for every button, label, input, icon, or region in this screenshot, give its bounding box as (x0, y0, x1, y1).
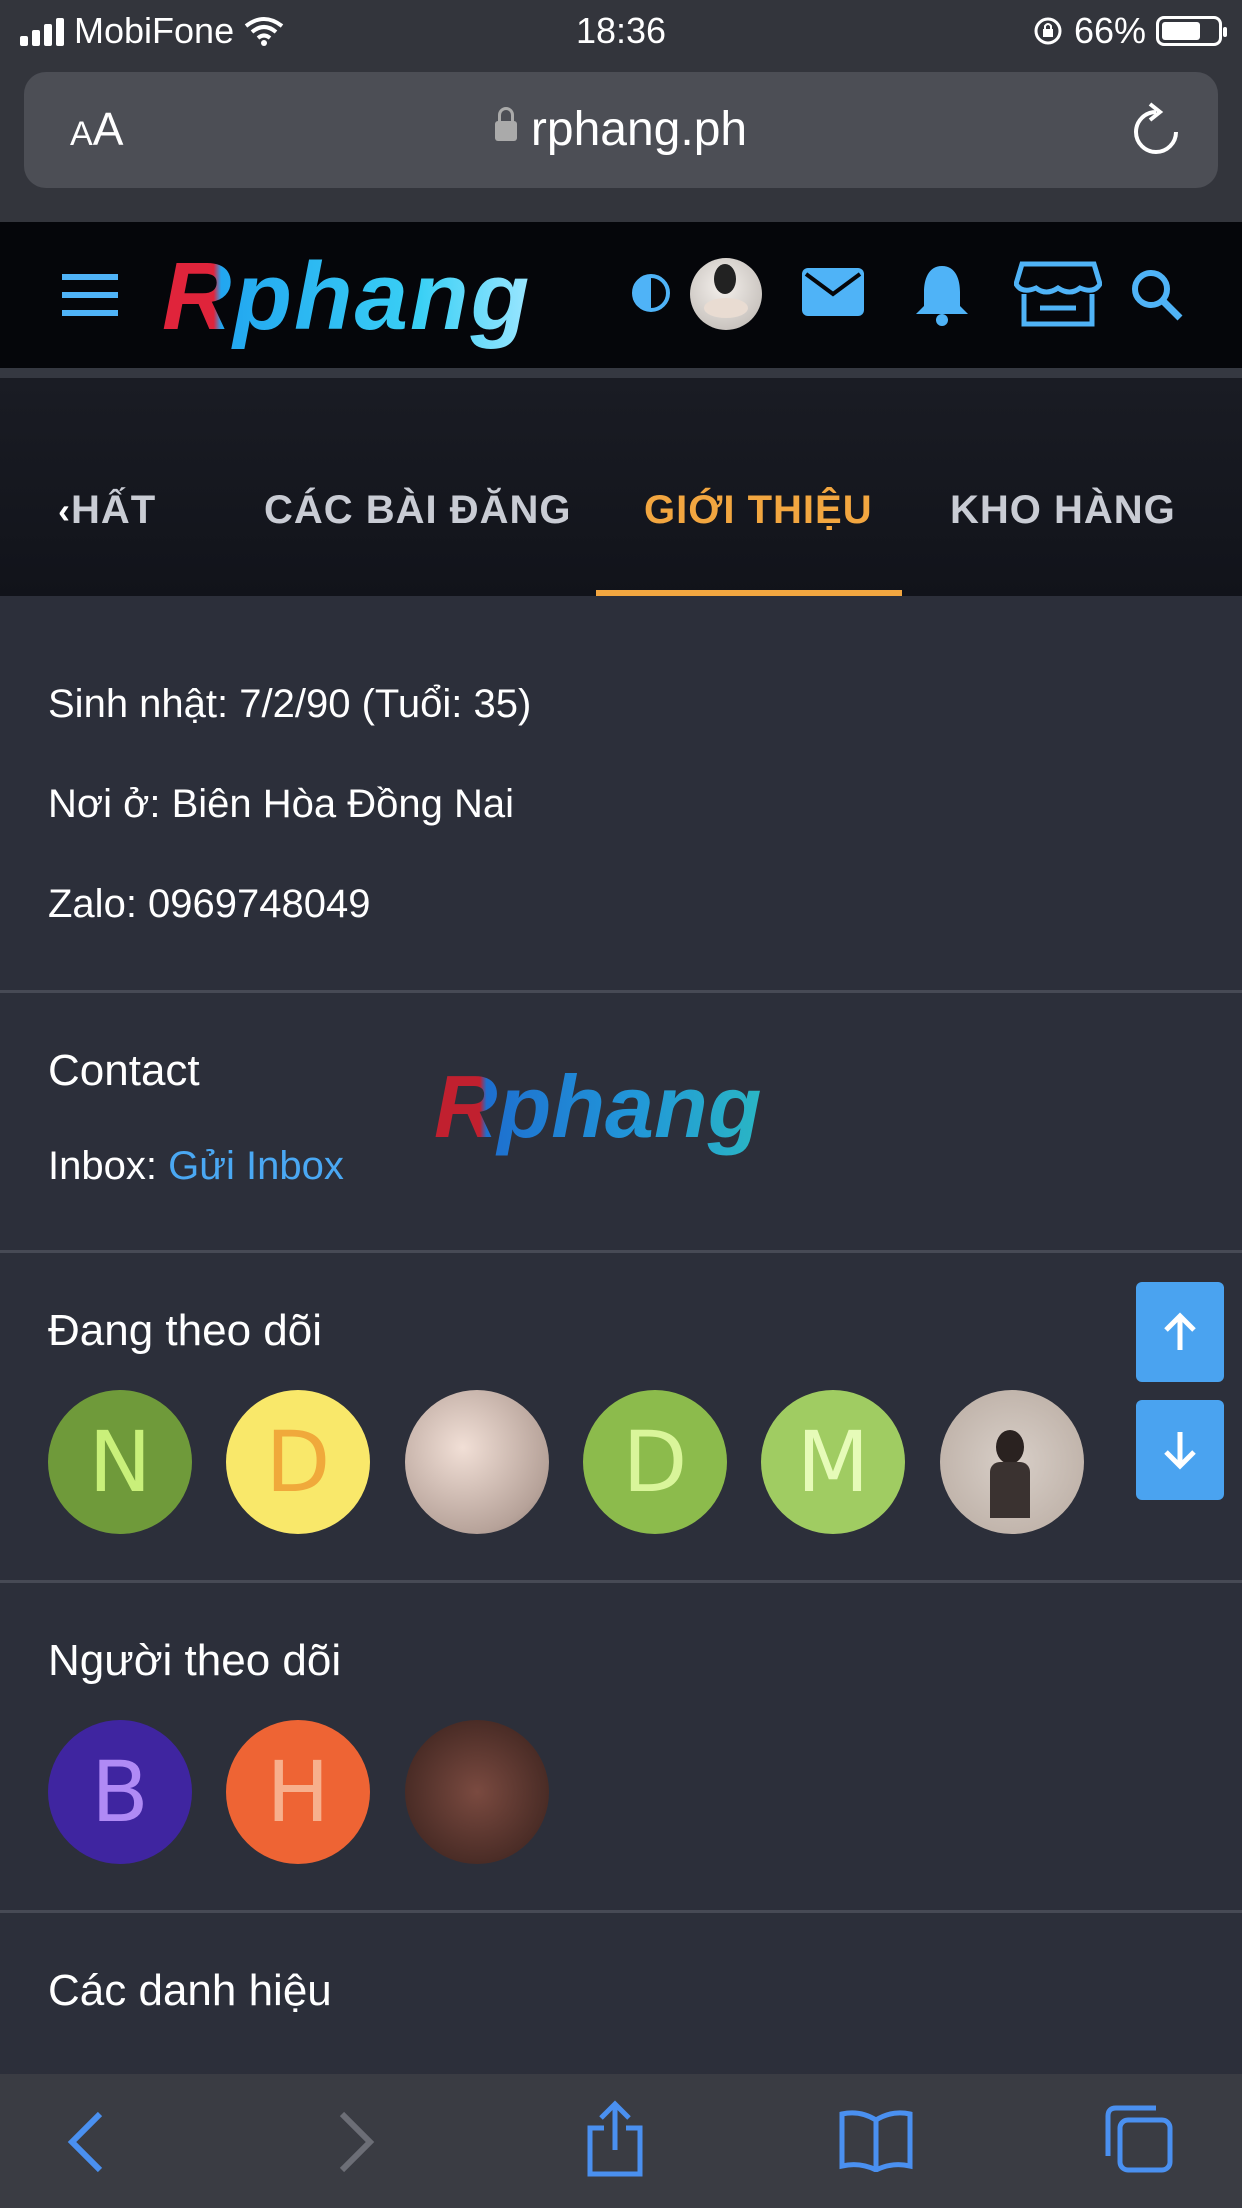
notification-bell-icon[interactable] (914, 262, 970, 326)
follower-avatar[interactable]: B (48, 1720, 192, 1864)
battery-icon (1156, 16, 1227, 46)
profile-tabs: ‹HẤT CÁC BÀI ĐĂNG GIỚI THIỆU KHO HÀNG (0, 378, 1242, 596)
search-icon[interactable] (1130, 268, 1184, 322)
section-divider (0, 990, 1242, 993)
tab-posts[interactable]: CÁC BÀI ĐĂNG (264, 488, 572, 533)
scroll-down-button[interactable] (1136, 1400, 1224, 1500)
tabs-icon[interactable] (1104, 2104, 1174, 2174)
site-header: Rphang (0, 222, 1242, 368)
bookmarks-icon[interactable] (838, 2108, 914, 2172)
store-icon[interactable] (1014, 260, 1102, 328)
section-divider (0, 1910, 1242, 1913)
header-shadow (0, 368, 1242, 378)
location-text: Nơi ở: Biên Hòa Đồng Nai (48, 782, 514, 826)
browser-toolbar (0, 2074, 1242, 2208)
back-icon[interactable] (64, 2108, 108, 2176)
follower-avatar[interactable]: H (226, 1720, 370, 1864)
watermark-logo: Rphang (434, 1057, 762, 1156)
tab-about[interactable]: GIỚI THIỆU (644, 488, 873, 533)
arrow-down-icon (1164, 1432, 1196, 1470)
arrow-up-icon (1164, 1312, 1196, 1350)
following-avatar[interactable]: D (226, 1390, 370, 1534)
contact-heading: Contact (48, 1046, 200, 1095)
following-avatar-photo[interactable] (940, 1390, 1084, 1534)
send-inbox-link[interactable]: Gửi Inbox (168, 1144, 344, 1188)
status-bar: MobiFone 18:36 66% (0, 0, 1242, 62)
theme-toggle-icon[interactable] (630, 272, 672, 314)
birthday-text: Sinh nhật: 7/2/90 (Tuổi: 35) (48, 682, 532, 726)
following-avatar-photo[interactable] (405, 1390, 549, 1534)
browser-url-area: AA rphang.ph (0, 62, 1242, 222)
address-bar[interactable]: AA rphang.ph (24, 72, 1218, 188)
follower-avatar-photo[interactable] (405, 1720, 549, 1864)
scroll-up-button[interactable] (1136, 1282, 1224, 1382)
following-avatar[interactable]: N (48, 1390, 192, 1534)
forward-icon[interactable] (334, 2108, 378, 2176)
following-avatar[interactable]: D (583, 1390, 727, 1534)
orientation-lock-icon (1034, 17, 1062, 45)
inbox-label: Inbox: (48, 1144, 169, 1188)
titles-heading: Các danh hiệu (48, 1966, 332, 2015)
section-divider (0, 1250, 1242, 1253)
user-avatar[interactable] (690, 258, 762, 330)
section-divider (0, 1580, 1242, 1583)
tab-store[interactable]: KHO HÀNG (950, 488, 1176, 533)
zalo-text: Zalo: 0969748049 (48, 882, 371, 926)
following-avatar[interactable]: M (761, 1390, 905, 1534)
mail-icon[interactable] (802, 268, 864, 316)
active-tab-indicator (596, 590, 902, 596)
following-heading: Đang theo dõi (48, 1306, 322, 1355)
inbox-row: Inbox: Gửi Inbox (48, 1144, 344, 1189)
menu-icon[interactable] (62, 274, 118, 316)
share-icon[interactable] (584, 2100, 646, 2178)
reload-icon[interactable] (1130, 102, 1182, 158)
followers-heading: Người theo dõi (48, 1636, 342, 1685)
lock-icon (494, 107, 517, 141)
site-logo[interactable]: Rphang (162, 242, 531, 352)
battery-percent: 66% (1073, 10, 1146, 51)
tab-scroll-left[interactable]: ‹HẤT (58, 488, 156, 533)
url-text[interactable]: rphang.ph (24, 102, 1218, 157)
